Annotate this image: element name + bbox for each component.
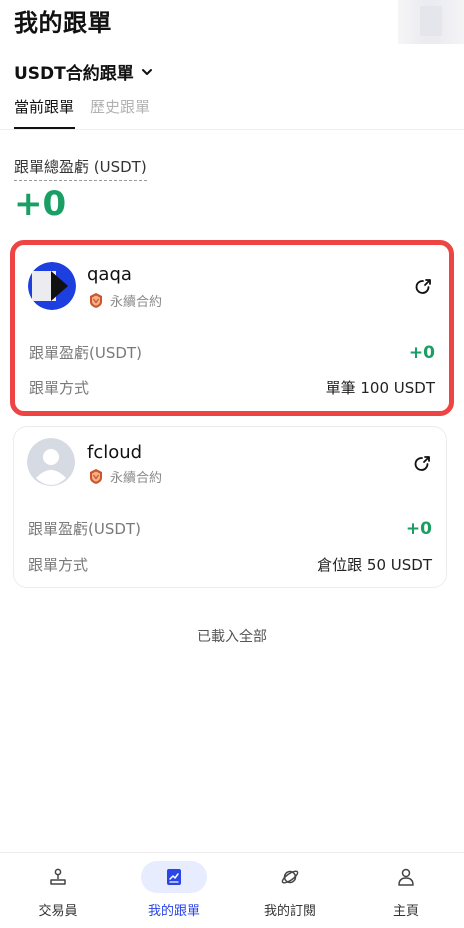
copy-trade-card[interactable]: fcloud 永續合約 跟單盈虧(USDT) +0 跟單方式 倉位跟 50 US…	[13, 426, 447, 588]
contract-tag: 永續合約	[88, 467, 162, 486]
contract-tag: 永續合約	[88, 291, 162, 310]
nav-item-my-subscriptions[interactable]: 我的訂閱	[232, 861, 348, 921]
pnl-value: +0	[408, 342, 435, 363]
trader-name[interactable]: qaqa	[87, 264, 132, 285]
chevron-down-icon	[141, 68, 152, 75]
copy-trade-card[interactable]: qaqa 永續合約 跟單盈虧(USDT) +0 跟單方式 單筆 100 USDT	[10, 240, 454, 416]
trader-name[interactable]: fcloud	[87, 442, 142, 463]
pnl-label: 跟單盈虧(USDT)	[28, 520, 141, 538]
contract-tag-label: 永續合約	[110, 295, 163, 310]
copy-mode-value: 單筆 100 USDT	[325, 379, 435, 397]
list-end-message: 已載入全部	[197, 629, 267, 645]
trader-badge-icon	[90, 293, 102, 308]
avatar	[27, 438, 75, 486]
nav-label: 我的跟單	[147, 904, 200, 919]
avatar	[28, 262, 76, 310]
copy-mode-label: 跟單方式	[29, 379, 90, 397]
nav-label: 主頁	[392, 904, 419, 919]
pnl-row: 跟單盈虧(USDT) +0	[28, 518, 432, 539]
blurred-corner-region	[398, 0, 464, 44]
share-icon[interactable]	[413, 277, 433, 297]
page-title: 我的跟單	[14, 9, 112, 37]
trader-badge-icon	[90, 469, 102, 484]
copy-mode-label: 跟單方式	[28, 556, 89, 574]
copy-mode-row: 跟單方式 單筆 100 USDT	[29, 377, 435, 398]
contract-tag-label: 永續合約	[110, 471, 163, 486]
pnl-row: 跟單盈虧(USDT) +0	[29, 342, 435, 363]
active-tab-indicator	[14, 127, 75, 129]
default-user-avatar-icon	[27, 438, 75, 486]
tab-history-copy[interactable]: 歷史跟單	[90, 96, 150, 117]
nav-item-my-copy-trades[interactable]: 我的跟單	[116, 861, 232, 921]
copy-mode-row: 跟單方式 倉位跟 50 USDT	[28, 554, 432, 575]
nav-item-traders[interactable]: 交易員	[0, 861, 116, 921]
nav-label: 交易員	[38, 904, 78, 919]
total-pnl-value: +0	[14, 184, 67, 224]
contract-type-dropdown[interactable]: USDT合約跟單	[14, 59, 153, 84]
nav-item-home[interactable]: 主頁	[348, 861, 464, 921]
bottom-nav: 交易員 我的跟單 我的訂閱 主頁	[0, 852, 464, 928]
planet-icon	[281, 870, 299, 884]
total-pnl-label[interactable]: 跟單總盈虧 (USDT)	[14, 156, 147, 181]
copy-mode-value: 倉位跟 50 USDT	[317, 556, 432, 574]
share-icon[interactable]	[412, 454, 432, 474]
tab-current-copy[interactable]: 當前跟單	[14, 96, 74, 117]
profile-icon	[398, 868, 414, 886]
nav-label: 我的訂閱	[263, 904, 316, 919]
contract-type-label: USDT合約跟單	[14, 64, 134, 84]
pnl-value: +0	[405, 518, 432, 539]
trader-icon	[50, 868, 66, 885]
copy-trade-icon	[167, 869, 181, 885]
trader-avatar-image	[28, 262, 76, 310]
pnl-label: 跟單盈虧(USDT)	[29, 344, 142, 362]
tab-bar: 當前跟單 歷史跟單	[0, 94, 464, 130]
